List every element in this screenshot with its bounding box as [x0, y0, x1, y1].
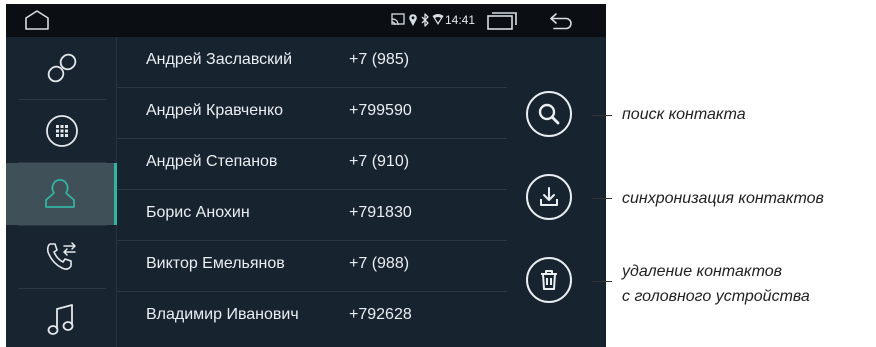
search-icon	[538, 103, 560, 125]
nav-item-dialpad[interactable]	[6, 100, 117, 162]
back-icon[interactable]	[548, 11, 574, 31]
bluetooth-icon	[421, 13, 429, 27]
dialpad-icon	[45, 115, 78, 147]
callout-delete-line1: удаление контактов	[622, 263, 782, 280]
contact-phone: +7 (910)	[349, 153, 410, 170]
callout-delete-line2: с головного устройства	[622, 288, 810, 305]
call-transfer-icon	[46, 242, 76, 270]
contact-row[interactable]: Андрей Степанов +7 (910)	[117, 139, 507, 190]
contacts-list: Андрей Заславский +7 (985) Андрей Кравче…	[117, 37, 507, 347]
home-icon[interactable]	[24, 10, 50, 30]
contact-name: Борис Анохин	[146, 204, 250, 221]
sidebar-navigation	[6, 37, 117, 347]
callout-sync: синхронизация контактов	[622, 190, 824, 207]
search-button[interactable]	[526, 91, 572, 137]
download-icon	[540, 187, 558, 206]
link-icon	[47, 53, 76, 83]
callout-leader-line	[592, 115, 612, 116]
contacts-icon	[45, 179, 75, 208]
nav-item-call-transfer[interactable]	[6, 226, 117, 288]
callout-leader-line	[592, 281, 612, 282]
contact-phone: +792628	[349, 306, 412, 323]
delete-contacts-button[interactable]	[526, 257, 572, 303]
contact-row[interactable]: Андрей Кравченко +799590	[117, 88, 507, 139]
nav-item-music[interactable]	[6, 289, 117, 347]
cast-icon	[391, 13, 405, 26]
contact-phone: +7 (985)	[349, 51, 410, 68]
contact-phone: +7 (988)	[349, 255, 410, 272]
nav-item-contacts[interactable]	[6, 163, 117, 225]
contact-row[interactable]: Виктор Емельянов +7 (988)	[117, 241, 507, 292]
contact-phone: +799590	[349, 102, 412, 119]
sync-contacts-button[interactable]	[526, 174, 572, 220]
contact-name: Виктор Емельянов	[146, 255, 285, 272]
trash-icon	[541, 270, 557, 290]
contact-name: Андрей Кравченко	[146, 102, 284, 119]
callout-search: поиск контакта	[622, 106, 746, 123]
contact-phone: +791830	[349, 204, 412, 221]
music-icon	[47, 304, 73, 335]
status-time: 14:41	[445, 13, 476, 27]
head-unit-screen: 14:41 Андрей Заславский +7 (985) Андрей …	[6, 4, 606, 347]
nav-item-link[interactable]	[6, 37, 117, 99]
location-icon	[409, 14, 417, 26]
contact-row[interactable]: Андрей Заславский +7 (985)	[117, 37, 507, 88]
contact-name: Владимир Иванович	[146, 306, 299, 323]
contact-row[interactable]: Владимир Иванович +792628	[117, 292, 507, 343]
contact-name: Андрей Степанов	[146, 153, 278, 170]
wifi-icon	[432, 14, 444, 25]
callout-leader-line	[592, 198, 612, 199]
contact-name: Андрей Заславский	[146, 51, 293, 68]
status-bar: 14:41	[6, 4, 606, 37]
recent-apps-icon[interactable]	[487, 12, 517, 30]
contact-row[interactable]: Борис Анохин +791830	[117, 190, 507, 241]
